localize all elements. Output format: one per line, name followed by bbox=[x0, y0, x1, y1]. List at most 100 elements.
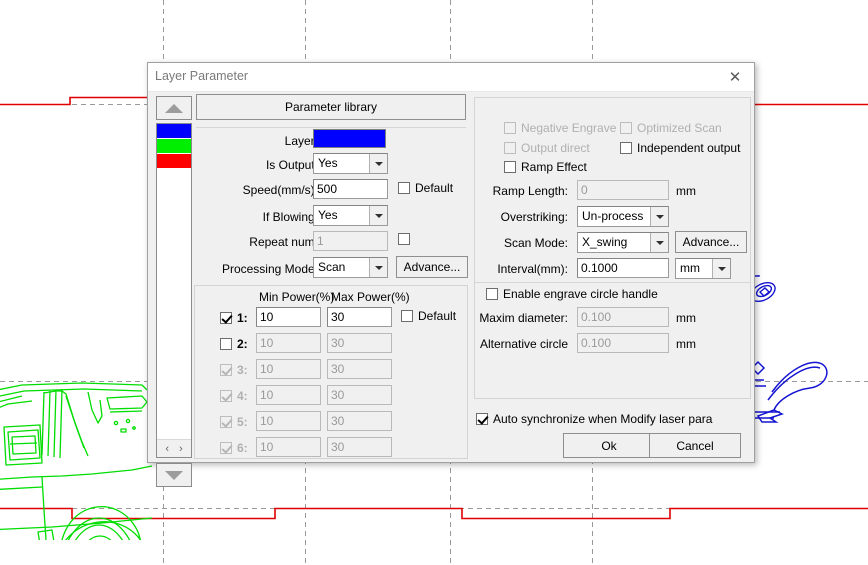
ok-button[interactable]: Ok bbox=[563, 433, 655, 458]
interval-unit-select[interactable]: mm bbox=[675, 258, 731, 279]
is-output-label: Is Output: bbox=[265, 158, 318, 172]
parameter-library-button[interactable]: Parameter library bbox=[196, 94, 466, 120]
power-row-3-index: 3: bbox=[237, 363, 248, 377]
chevron-down-icon[interactable] bbox=[369, 258, 387, 277]
dialog-title-bar: Layer Parameter ✕ bbox=[148, 63, 754, 92]
ramp-effect-checkbox[interactable]: Ramp Effect bbox=[504, 160, 587, 174]
processing-mode-select[interactable]: Scan bbox=[313, 257, 388, 278]
alternative-circle-label: Alternative circle bbox=[479, 337, 568, 351]
cancel-button[interactable]: Cancel bbox=[649, 433, 741, 458]
power-row-6-max: 30 bbox=[327, 437, 392, 457]
scan-advance-button[interactable]: Advance... bbox=[675, 231, 747, 253]
layer-swatch-blue[interactable] bbox=[157, 124, 191, 139]
speed-label: Speed(mm/s): bbox=[242, 183, 318, 197]
optimized-scan-checkbox: Optimized Scan bbox=[620, 121, 722, 135]
power-row-3-checkbox bbox=[220, 364, 232, 376]
checkbox-box bbox=[476, 413, 488, 425]
speed-default-label: Default bbox=[415, 181, 454, 195]
power-row-2-checkbox[interactable] bbox=[220, 338, 232, 350]
power-row-4-max: 30 bbox=[327, 385, 392, 405]
layer-swatch-red[interactable] bbox=[157, 154, 191, 169]
auto-sync-label: Auto synchronize when Modify laser para bbox=[493, 412, 713, 426]
layer-scroll-down-button[interactable] bbox=[156, 463, 192, 487]
layer-label: Layer: bbox=[284, 134, 318, 148]
layer-list-nav[interactable]: ‹ › bbox=[157, 439, 191, 457]
output-direct-label: Output direct bbox=[521, 141, 590, 155]
layer-scroll-up-button[interactable] bbox=[156, 96, 192, 120]
checkbox-box bbox=[220, 312, 232, 324]
checkbox-box bbox=[220, 364, 232, 376]
triangle-up-icon bbox=[165, 103, 183, 113]
alternative-circle-input: 0.100 bbox=[577, 333, 669, 353]
chevron-down-icon[interactable] bbox=[650, 207, 668, 226]
scan-mode-select[interactable]: X_swing bbox=[577, 232, 669, 253]
chevron-down-icon[interactable] bbox=[712, 259, 730, 278]
ramp-effect-label: Ramp Effect bbox=[521, 160, 587, 174]
repeat-num-checkbox[interactable] bbox=[398, 233, 410, 245]
checkbox-box bbox=[220, 390, 232, 402]
power-row-2-max[interactable]: 30 bbox=[327, 333, 392, 353]
interval-input[interactable]: 0.1000 bbox=[577, 258, 669, 278]
max-power-header: Max Power(%) bbox=[331, 290, 410, 304]
negative-engrave-checkbox: Negative Engrave bbox=[504, 121, 616, 135]
dialog-title: Layer Parameter bbox=[155, 69, 249, 83]
power-row-5-min: 10 bbox=[256, 411, 321, 431]
power-row-1-min[interactable]: 10 bbox=[256, 307, 321, 327]
layer-swatch-green[interactable] bbox=[157, 139, 191, 154]
power-row-2-min[interactable]: 10 bbox=[256, 333, 321, 353]
power-default-label: Default bbox=[418, 309, 457, 323]
overstriking-label: Overstriking: bbox=[500, 210, 568, 224]
negative-engrave-label: Negative Engrave bbox=[521, 121, 617, 135]
checkbox-box bbox=[220, 442, 232, 454]
checkbox-box bbox=[220, 338, 232, 350]
enable-engrave-circle-checkbox[interactable]: Enable engrave circle handle bbox=[486, 287, 658, 301]
power-row-3-min: 10 bbox=[256, 359, 321, 379]
layer-color-list[interactable]: ‹ › bbox=[156, 123, 192, 458]
close-icon[interactable]: ✕ bbox=[720, 65, 750, 89]
checkbox-box bbox=[398, 233, 410, 245]
layer-color-swatch[interactable] bbox=[313, 129, 386, 148]
chevron-down-icon[interactable] bbox=[369, 154, 387, 173]
is-output-value: Yes bbox=[318, 156, 338, 170]
checkbox-box bbox=[504, 142, 516, 154]
independent-output-checkbox[interactable]: Independent output bbox=[620, 141, 740, 155]
power-row-5-max: 30 bbox=[327, 411, 392, 431]
repeat-num-label: Repeat num: bbox=[249, 235, 318, 249]
maxim-diameter-label: Maxim diameter: bbox=[479, 311, 568, 325]
triangle-down-icon bbox=[165, 470, 183, 480]
layer-parameter-dialog[interactable]: Layer Parameter ✕ ‹ › Parameter library … bbox=[147, 62, 755, 487]
output-direct-checkbox: Output direct bbox=[504, 141, 590, 155]
speed-input[interactable]: 500 bbox=[313, 179, 388, 199]
maxim-diameter-input: 0.100 bbox=[577, 307, 669, 327]
speed-default-checkbox[interactable]: Default bbox=[398, 181, 453, 195]
power-row-1-index: 1: bbox=[237, 311, 248, 325]
maxim-diameter-unit: mm bbox=[676, 311, 696, 325]
power-row-1-checkbox[interactable] bbox=[220, 312, 232, 324]
min-power-header: Min Power(%) bbox=[259, 290, 335, 304]
processing-advance-button[interactable]: Advance... bbox=[396, 256, 468, 278]
power-row-2-index: 2: bbox=[237, 337, 248, 351]
power-row-4-min: 10 bbox=[256, 385, 321, 405]
chevron-down-icon[interactable] bbox=[650, 233, 668, 252]
checkbox-box bbox=[504, 122, 516, 134]
chevron-right-icon[interactable]: › bbox=[179, 443, 183, 455]
checkbox-box bbox=[620, 142, 632, 154]
auto-sync-checkbox[interactable]: Auto synchronize when Modify laser para bbox=[476, 412, 712, 426]
chevron-down-icon[interactable] bbox=[369, 206, 387, 225]
chevron-left-icon[interactable]: ‹ bbox=[165, 443, 169, 455]
power-default-checkbox[interactable]: Default bbox=[401, 309, 456, 323]
checkbox-box bbox=[398, 182, 410, 194]
if-blowing-select[interactable]: Yes bbox=[313, 205, 388, 226]
checkbox-box bbox=[486, 288, 498, 300]
power-row-1-max[interactable]: 30 bbox=[327, 307, 392, 327]
ramp-length-input: 0 bbox=[577, 180, 669, 200]
power-row-5-index: 5: bbox=[237, 415, 248, 429]
power-row-5-checkbox bbox=[220, 416, 232, 428]
scan-mode-value: X_swing bbox=[582, 235, 628, 249]
interval-label: Interval(mm): bbox=[497, 262, 568, 276]
is-output-select[interactable]: Yes bbox=[313, 153, 388, 174]
independent-output-label: Independent output bbox=[637, 141, 741, 155]
power-row-6-checkbox bbox=[220, 442, 232, 454]
repeat-num-input[interactable]: 1 bbox=[313, 231, 388, 251]
overstriking-select[interactable]: Un-process bbox=[577, 206, 669, 227]
